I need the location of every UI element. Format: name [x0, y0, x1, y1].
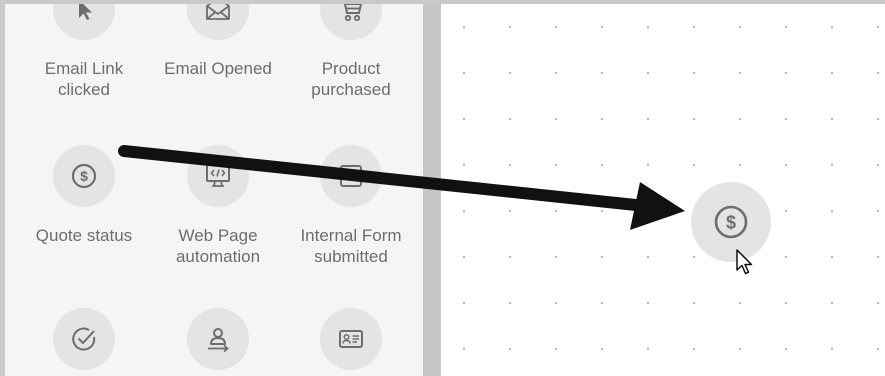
mouse-pointer-icon — [736, 249, 753, 275]
drag-arrow-icon — [118, 145, 685, 230]
